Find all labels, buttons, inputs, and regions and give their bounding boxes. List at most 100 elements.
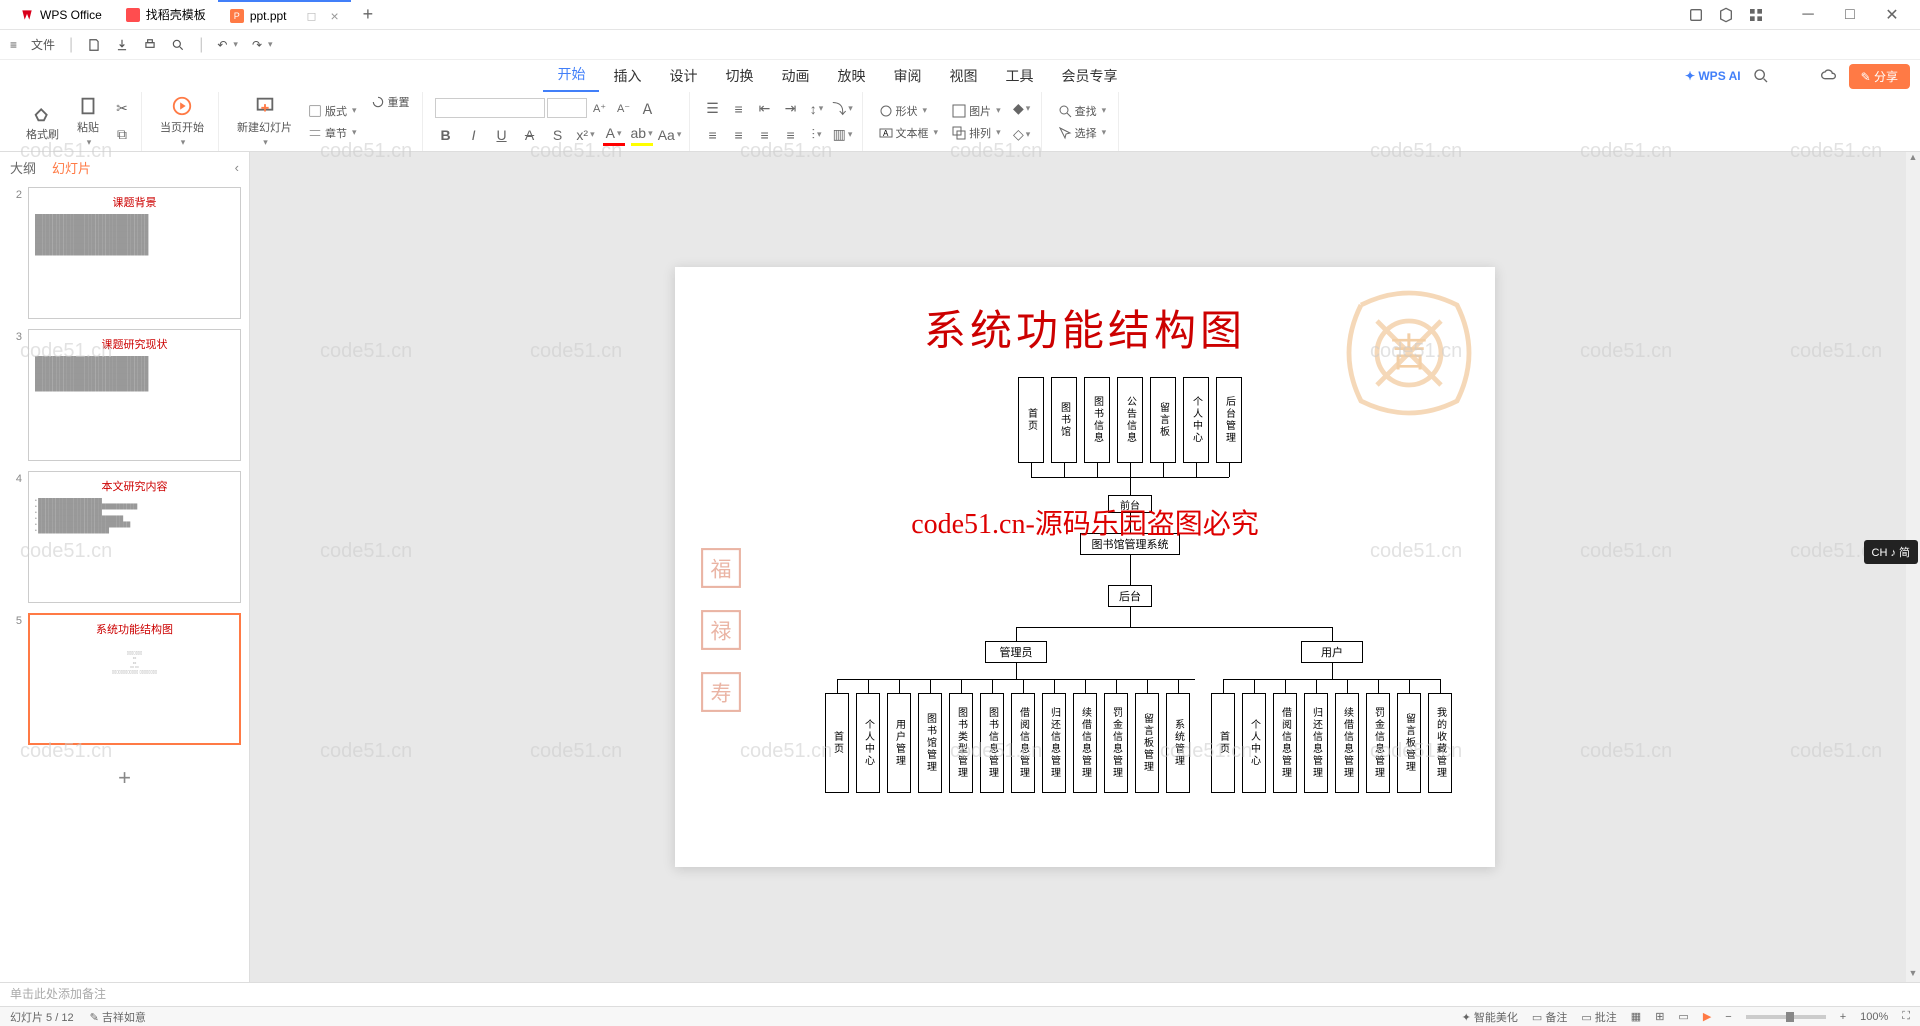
save-icon[interactable] xyxy=(87,38,101,52)
slide-thumbnail-2[interactable]: 课题背景 ███████████████████████████████████… xyxy=(28,187,241,319)
superscript-button[interactable]: x² xyxy=(575,124,597,146)
find-button[interactable]: 查找 xyxy=(1054,101,1111,121)
status-notes-toggle[interactable]: ▭ 备注 xyxy=(1532,1009,1567,1025)
ribbon-tab-insert[interactable]: 插入 xyxy=(599,60,655,92)
print-icon[interactable] xyxy=(143,38,157,52)
shape-button[interactable]: 形状 xyxy=(875,101,943,121)
vertical-scrollbar[interactable]: ▲ ▼ xyxy=(1906,152,1920,982)
new-tab-button[interactable]: + xyxy=(351,4,386,25)
ribbon-tab-animation[interactable]: 动画 xyxy=(767,60,823,92)
ribbon-tab-member[interactable]: 会员专享 xyxy=(1047,60,1131,92)
shadow-button[interactable]: S xyxy=(547,124,569,146)
ribbon-tab-transition[interactable]: 切换 xyxy=(711,60,767,92)
undo-button[interactable]: ↶ xyxy=(217,38,238,52)
tablet-icon[interactable] xyxy=(1688,7,1704,23)
font-color-button[interactable]: A xyxy=(603,124,625,146)
clear-format-icon[interactable]: Ａ xyxy=(637,98,659,120)
highlight-button[interactable]: ab xyxy=(631,124,653,146)
slide-editor[interactable]: 吉 福 禄 寿 系统功能结构图 code51.cn-源码乐园盗图必究 首页 图书… xyxy=(250,152,1920,982)
increase-font-icon[interactable]: A⁺ xyxy=(589,98,611,120)
app-tab-wps[interactable]: WPS Office xyxy=(8,0,114,29)
copy-icon[interactable]: ⧉ xyxy=(111,124,133,146)
slide-title[interactable]: 系统功能结构图 xyxy=(675,297,1495,358)
decrease-indent-icon[interactable]: ⇤ xyxy=(754,98,776,120)
increase-indent-icon[interactable]: ⇥ xyxy=(780,98,802,120)
shape-outline-icon[interactable]: ◇ xyxy=(1011,124,1033,146)
arrange-button[interactable]: 排列 xyxy=(948,123,1005,143)
window-close-button[interactable]: ✕ xyxy=(1872,2,1912,28)
slide-thumbnail-3[interactable]: 课题研究现状 █████████████████████████████████… xyxy=(28,329,241,461)
new-slide-button[interactable]: 新建幻灯片 xyxy=(231,93,298,150)
thumbnail-list[interactable]: 2 课题背景 █████████████████████████████████… xyxy=(0,183,249,982)
format-painter-button[interactable]: 格式刷 xyxy=(20,100,65,144)
cloud-icon[interactable] xyxy=(1821,68,1837,84)
ribbon-tab-start[interactable]: 开始 xyxy=(543,58,599,92)
menu-icon[interactable]: ≡ xyxy=(10,38,17,52)
layout-button[interactable]: 版式 xyxy=(304,101,361,121)
panel-tab-outline[interactable]: 大纲 xyxy=(10,158,36,177)
print-preview-icon[interactable] xyxy=(171,38,185,52)
italic-button[interactable]: I xyxy=(463,124,485,146)
font-size-select[interactable] xyxy=(547,98,587,118)
redo-button[interactable]: ↷ xyxy=(252,38,273,52)
reset-button[interactable]: 重置 xyxy=(367,92,414,112)
bold-button[interactable]: B xyxy=(435,124,457,146)
status-comments-toggle[interactable]: ▭ 批注 xyxy=(1581,1009,1616,1025)
picture-button[interactable]: 图片 xyxy=(948,101,1005,121)
view-reading-icon[interactable]: ▭ xyxy=(1678,1010,1688,1023)
export-icon[interactable] xyxy=(115,38,129,52)
zoom-in-button[interactable]: + xyxy=(1840,1011,1846,1023)
view-normal-icon[interactable]: ▦ xyxy=(1631,1010,1641,1023)
select-button[interactable]: 选择 xyxy=(1054,123,1111,143)
slide-thumbnail-5[interactable]: 系统功能结构图 ▯▯▯▯▯▯▯ ▭ ▭ ▭ ▭ ▯▯▯▯▯▯▯▯▯▯▯▯ ▯▯▯… xyxy=(28,613,241,745)
decrease-font-icon[interactable]: A⁻ xyxy=(613,98,635,120)
fit-window-icon[interactable]: ⛶ xyxy=(1902,1010,1910,1023)
panel-collapse-icon[interactable]: ‹ xyxy=(235,160,239,175)
shape-fill-icon[interactable]: ◆ xyxy=(1011,98,1033,120)
current-slide[interactable]: 吉 福 禄 寿 系统功能结构图 code51.cn-源码乐园盗图必究 首页 图书… xyxy=(675,267,1495,867)
cube-icon[interactable] xyxy=(1718,7,1734,23)
textbox-button[interactable]: A文本框 xyxy=(875,123,943,143)
window-maximize-button[interactable]: □ xyxy=(1830,2,1870,28)
app-tab-templates[interactable]: 找稻壳模板 xyxy=(114,0,218,29)
ribbon-tab-review[interactable]: 审阅 xyxy=(879,60,935,92)
tab-options-icon[interactable]: ◻ xyxy=(307,9,317,23)
ribbon-tab-view[interactable]: 视图 xyxy=(935,60,991,92)
ribbon-tab-design[interactable]: 设计 xyxy=(655,60,711,92)
scroll-down-icon[interactable]: ▼ xyxy=(1906,968,1920,982)
zoom-slider[interactable] xyxy=(1746,1015,1826,1019)
notes-pane[interactable]: 单击此处添加备注 xyxy=(0,982,1920,1006)
zoom-out-button[interactable]: − xyxy=(1725,1011,1731,1023)
zoom-level[interactable]: 100% xyxy=(1860,1011,1888,1023)
panel-tab-slides[interactable]: 幻灯片 xyxy=(52,158,91,177)
bullet-list-icon[interactable]: ☰ xyxy=(702,98,724,120)
wps-ai-button[interactable]: ✦ WPS AI xyxy=(1685,69,1741,83)
view-slideshow-icon[interactable]: ▶ xyxy=(1703,1010,1711,1023)
columns-icon[interactable]: ▥ xyxy=(832,124,854,146)
align-right-icon[interactable]: ≡ xyxy=(754,124,776,146)
share-button[interactable]: ✎ 分享 xyxy=(1849,64,1910,89)
slideshow-from-current-button[interactable]: 当页开始 xyxy=(154,93,210,150)
scroll-up-icon[interactable]: ▲ xyxy=(1906,152,1920,166)
file-menu[interactable]: 文件 xyxy=(31,36,55,53)
status-beautify[interactable]: ✦ 智能美化 xyxy=(1462,1009,1518,1025)
add-slide-button[interactable]: + xyxy=(8,755,241,801)
align-center-icon[interactable]: ≡ xyxy=(728,124,750,146)
text-direction-icon[interactable]: ⤵ xyxy=(832,98,854,120)
paste-button[interactable]: 粘贴 xyxy=(71,93,105,150)
section-button[interactable]: 章节 xyxy=(304,123,361,143)
align-justify-icon[interactable]: ≡ xyxy=(780,124,802,146)
font-family-select[interactable] xyxy=(435,98,545,118)
line-spacing-icon[interactable]: ↕ xyxy=(806,98,828,120)
slide-thumbnail-4[interactable]: 本文研究内容 • ██████████████████• ███████████… xyxy=(28,471,241,603)
window-minimize-button[interactable]: ─ xyxy=(1788,2,1828,28)
view-sorter-icon[interactable]: ⊞ xyxy=(1655,1010,1664,1023)
underline-button[interactable]: U xyxy=(491,124,513,146)
ime-indicator[interactable]: CH ♪ 简 xyxy=(1864,540,1919,564)
search-icon[interactable] xyxy=(1753,68,1769,84)
align-vertical-icon[interactable]: ⫶ xyxy=(806,124,828,146)
change-case-button[interactable]: Aa xyxy=(659,124,681,146)
ribbon-tab-tools[interactable]: 工具 xyxy=(991,60,1047,92)
cut-icon[interactable]: ✂ xyxy=(111,98,133,120)
ribbon-tab-slideshow[interactable]: 放映 xyxy=(823,60,879,92)
